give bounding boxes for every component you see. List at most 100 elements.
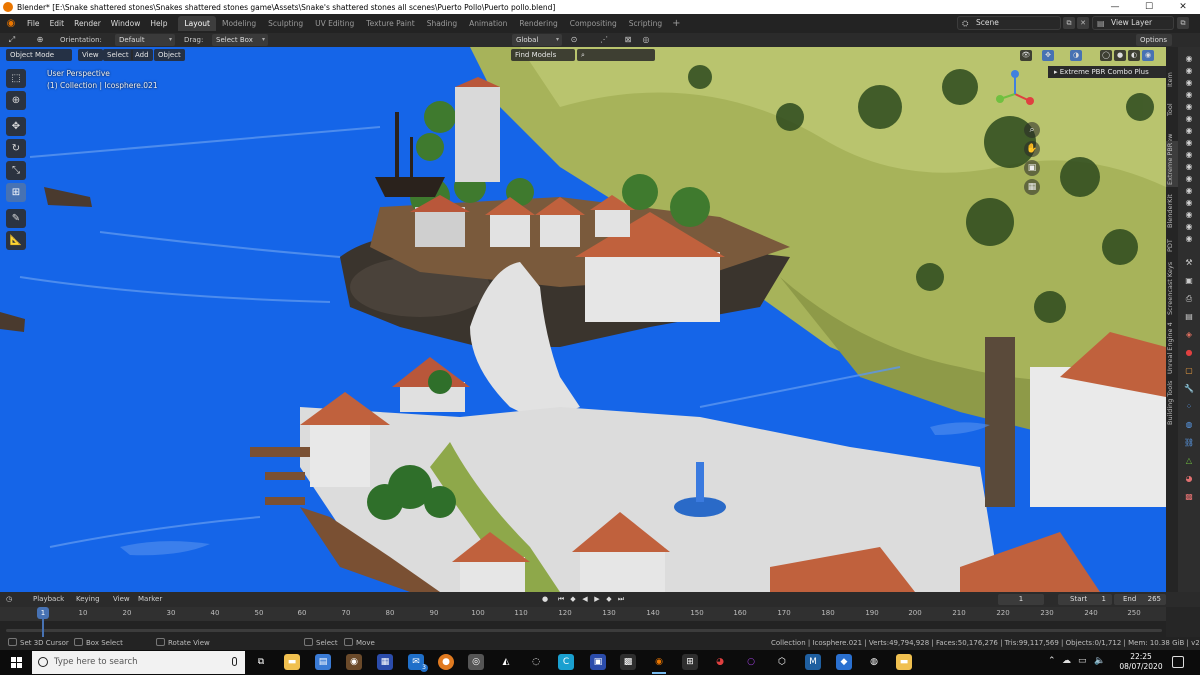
pan-icon[interactable]: ✋ xyxy=(1024,141,1040,157)
blender-logo-icon[interactable]: ◉ xyxy=(4,18,18,30)
particles-properties-icon[interactable]: ⁘ xyxy=(1183,401,1195,413)
tab-animation[interactable]: Animation xyxy=(463,16,513,31)
orientation-dropdown[interactable]: Default ▾ xyxy=(115,34,175,46)
rotate-tool-icon[interactable]: ↻ xyxy=(6,139,26,158)
menu-render[interactable]: Render xyxy=(69,19,106,28)
app-icon-1[interactable]: ◉ xyxy=(346,654,362,670)
menu-add[interactable]: Add xyxy=(131,49,153,61)
tab-unreal-engine[interactable]: Unreal Engine 4 xyxy=(1166,319,1178,377)
eye-icon[interactable]: ◉ xyxy=(1183,151,1195,159)
app-icon-7[interactable]: ▣ xyxy=(590,654,606,670)
menu-view[interactable]: View xyxy=(113,594,130,605)
app-icon-8[interactable]: ▩ xyxy=(620,654,636,670)
axis-gizmo[interactable] xyxy=(990,69,1040,119)
maximize-button[interactable]: ☐ xyxy=(1132,0,1166,14)
wireframe-shading-icon[interactable]: ◯ xyxy=(1100,50,1112,61)
eye-icon[interactable]: ◉ xyxy=(1183,187,1195,195)
menu-select[interactable]: Select xyxy=(103,49,133,61)
render-properties-icon[interactable]: ▣ xyxy=(1183,275,1195,287)
gizmo-icon[interactable]: ✥ xyxy=(1042,50,1054,61)
annotate-tool-icon[interactable]: ✎ xyxy=(6,209,26,228)
physics-properties-icon[interactable]: ◍ xyxy=(1183,419,1195,431)
network-icon[interactable]: ▭ xyxy=(1078,656,1087,666)
eye-icon[interactable]: ◉ xyxy=(1183,163,1195,171)
transform-tool-icon[interactable]: ⊞ xyxy=(6,183,26,202)
play-icon[interactable]: ▶ xyxy=(592,595,602,604)
start-button[interactable] xyxy=(0,650,32,675)
taskbar-search-box[interactable]: Type here to search xyxy=(32,651,245,674)
current-frame-field[interactable]: 1 xyxy=(998,594,1044,605)
app-icon-10[interactable]: ○ xyxy=(743,654,759,670)
eye-icon[interactable]: ◉ xyxy=(1183,223,1195,231)
play-reverse-icon[interactable]: ◀ xyxy=(580,595,590,604)
tab-sculpting[interactable]: Sculpting xyxy=(262,16,309,31)
material-shading-icon[interactable]: ◐ xyxy=(1128,50,1140,61)
timeline-ruler[interactable]: 1 10 20 30 40 50 60 70 80 90 100 110 120… xyxy=(0,607,1166,621)
scale-tool-icon[interactable]: ⤡ xyxy=(6,161,26,180)
app-icon-13[interactable]: ▬ xyxy=(896,654,912,670)
proportional-edit-icon[interactable]: ◎ xyxy=(640,34,652,46)
tab-layout[interactable]: Layout xyxy=(178,16,216,31)
unity-icon[interactable]: ◭ xyxy=(498,654,514,670)
menu-file[interactable]: File xyxy=(22,19,45,28)
task-view-icon[interactable]: ⧉ xyxy=(253,654,269,670)
eye-icon[interactable]: ◉ xyxy=(1183,139,1195,147)
timeline-editor-type-icon[interactable]: ◷ xyxy=(6,594,12,605)
tab-compositing[interactable]: Compositing xyxy=(564,16,623,31)
3d-viewport[interactable]: Object Mode View Select Add Object Find … xyxy=(0,47,1166,592)
start-frame-field[interactable]: Start 1 xyxy=(1058,594,1112,605)
grid-icon[interactable]: ▦ xyxy=(1024,179,1040,195)
object-mode-dropdown[interactable]: Object Mode xyxy=(6,49,72,61)
menu-object[interactable]: Object xyxy=(154,49,185,61)
chrome-icon[interactable]: ◕ xyxy=(712,654,728,670)
menu-window[interactable]: Window xyxy=(106,19,146,28)
snap-target-icon[interactable]: ⊠ xyxy=(622,34,634,46)
search-input[interactable]: ⌕ xyxy=(577,49,655,61)
pivot-icon[interactable]: ⊕ xyxy=(34,34,46,46)
app-icon-2[interactable]: ▦ xyxy=(377,654,393,670)
tab-tool[interactable]: Tool xyxy=(1166,97,1178,123)
eye-icon[interactable]: ◉ xyxy=(1183,55,1195,63)
jump-end-icon[interactable]: ⏭ xyxy=(616,595,626,604)
tab-modeling[interactable]: Modeling xyxy=(216,16,262,31)
solid-shading-icon[interactable]: ● xyxy=(1114,50,1126,61)
tab-shading[interactable]: Shading xyxy=(421,16,463,31)
next-keyframe-icon[interactable]: ◆ xyxy=(604,595,614,604)
object-properties-icon[interactable]: ▢ xyxy=(1183,365,1195,377)
volume-icon[interactable]: 🔈 xyxy=(1094,656,1105,666)
rendered-shading-icon[interactable]: ◉ xyxy=(1142,50,1154,61)
app-icon-12[interactable]: M xyxy=(805,654,821,670)
eye-icon[interactable]: ◉ xyxy=(1183,199,1195,207)
eye-icon[interactable]: ◉ xyxy=(1183,175,1195,183)
delete-scene-icon[interactable]: ✕ xyxy=(1077,17,1089,29)
app-icon-5[interactable]: ◌ xyxy=(528,654,544,670)
tab-blenderkit[interactable]: BlenderKit xyxy=(1166,190,1178,232)
app-icon-11[interactable]: ⬡ xyxy=(774,654,790,670)
transform-orientation-dropdown[interactable]: Global ▾ xyxy=(512,34,562,46)
eye-icon[interactable]: ◉ xyxy=(1183,67,1195,75)
find-models-dropdown[interactable]: Find Models xyxy=(511,49,575,61)
menu-playback[interactable]: Playback xyxy=(33,594,64,605)
new-scene-icon[interactable]: ⧉ xyxy=(1063,17,1075,29)
jump-start-icon[interactable]: ⏮ xyxy=(556,595,566,604)
constraints-properties-icon[interactable]: ⛓ xyxy=(1183,437,1195,449)
camera-icon[interactable]: ▣ xyxy=(1024,160,1040,176)
record-icon[interactable]: ● xyxy=(540,595,550,604)
mail-icon[interactable]: ✉ 3 xyxy=(408,654,428,672)
close-button[interactable]: ✕ xyxy=(1166,0,1200,14)
eye-icon[interactable]: ◉ xyxy=(1183,103,1195,111)
transform-tool-icon[interactable]: ⤢ xyxy=(6,34,18,46)
eye-icon[interactable]: ◉ xyxy=(1183,79,1195,87)
notification-icon[interactable] xyxy=(1172,656,1184,668)
end-frame-field[interactable]: End 265 xyxy=(1114,594,1166,605)
tab-item[interactable]: Item xyxy=(1166,67,1178,93)
tab-building-tools[interactable]: Building Tools xyxy=(1166,379,1178,427)
measure-tool-icon[interactable]: 📐 xyxy=(6,231,26,250)
eye-icon[interactable]: ◉ xyxy=(1183,91,1195,99)
cursor-tool-icon[interactable]: ⊕ xyxy=(6,91,26,110)
data-properties-icon[interactable]: △ xyxy=(1183,455,1195,467)
menu-help[interactable]: Help xyxy=(145,19,172,28)
menu-view[interactable]: View xyxy=(78,49,103,61)
playhead[interactable]: 1 xyxy=(37,607,49,619)
output-properties-icon[interactable]: ⎙ xyxy=(1183,293,1195,305)
